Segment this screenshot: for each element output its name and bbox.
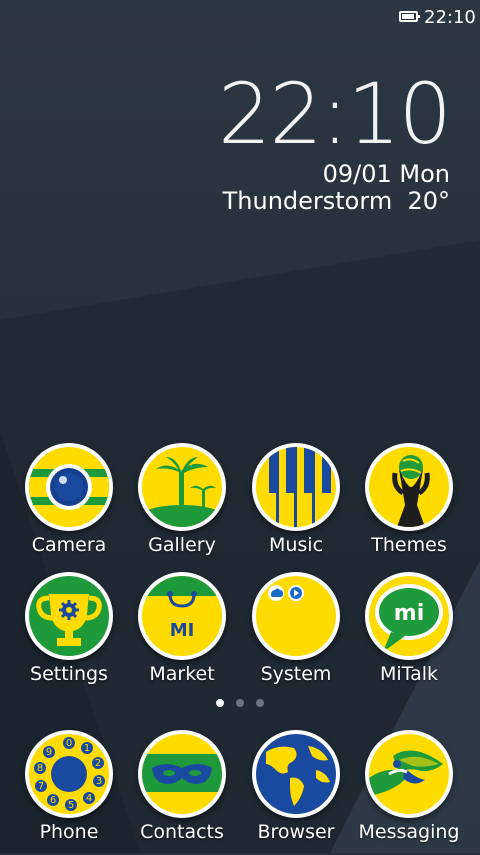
app-label: System xyxy=(260,663,332,685)
app-camera[interactable]: Camera xyxy=(14,443,124,568)
page-dot-2[interactable] xyxy=(236,699,244,707)
svg-text:1: 1 xyxy=(84,743,90,754)
app-gallery[interactable]: Gallery xyxy=(127,443,237,568)
status-bar: 22:10 xyxy=(0,0,480,34)
gear-cup-icon xyxy=(25,572,113,660)
app-music[interactable]: Music xyxy=(241,443,351,568)
dock-label: Browser xyxy=(257,821,335,843)
app-settings[interactable]: Settings xyxy=(14,572,124,697)
app-label: Camera xyxy=(31,534,107,556)
palm-tree-icon xyxy=(138,443,226,531)
svg-text:5: 5 xyxy=(68,800,74,811)
rotary-dial-icon: 0 1 2 3 4 5 6 7 8 9 xyxy=(25,730,113,818)
dock-contacts[interactable]: Contacts xyxy=(127,730,237,855)
app-mitalk[interactable]: mi MiTalk xyxy=(354,572,464,697)
page-dot-1[interactable] xyxy=(216,699,224,707)
cloud-play-icon xyxy=(252,572,340,660)
dock-messaging[interactable]: Messaging xyxy=(354,730,464,855)
svg-text:7: 7 xyxy=(38,781,44,792)
piano-keys-icon xyxy=(252,443,340,531)
camera-icon xyxy=(25,443,113,531)
battery-icon xyxy=(399,11,420,22)
globe-icon xyxy=(252,730,340,818)
app-label: Gallery xyxy=(148,534,216,556)
svg-text:0: 0 xyxy=(66,738,72,749)
svg-text:4: 4 xyxy=(86,793,92,804)
dock-label: Messaging xyxy=(358,821,460,843)
shopping-bag-icon: MI xyxy=(138,572,226,660)
trophy-cup-icon xyxy=(365,443,453,531)
clock-time[interactable]: 22:10 xyxy=(218,72,452,156)
status-time: 22:10 xyxy=(424,7,476,28)
page-dot-3[interactable] xyxy=(256,699,264,707)
svg-text:9: 9 xyxy=(46,747,52,758)
svg-text:MI: MI xyxy=(170,620,195,641)
app-market[interactable]: MI Market xyxy=(127,572,237,697)
app-label: Music xyxy=(268,534,324,556)
weather-text[interactable]: Thunderstorm 20° xyxy=(223,187,450,215)
app-label: Themes xyxy=(371,534,447,556)
toucan-icon xyxy=(365,730,453,818)
page-indicator[interactable] xyxy=(0,699,480,709)
app-themes[interactable]: Themes xyxy=(354,443,464,568)
app-label: Market xyxy=(149,663,215,685)
clock-date[interactable]: 09/01 Mon xyxy=(323,160,450,188)
dock-label: Phone xyxy=(39,821,99,843)
app-label: MiTalk xyxy=(379,663,439,685)
svg-text:2: 2 xyxy=(95,758,101,769)
svg-text:3: 3 xyxy=(96,776,102,787)
dock-phone[interactable]: 0 1 2 3 4 5 6 7 8 9 Phone xyxy=(14,730,124,855)
app-system[interactable]: System xyxy=(241,572,351,697)
svg-text:8: 8 xyxy=(37,763,43,774)
svg-text:mi: mi xyxy=(394,601,424,626)
app-label: Settings xyxy=(30,663,108,685)
dock-label: Contacts xyxy=(140,821,224,843)
dock-browser[interactable]: Browser xyxy=(241,730,351,855)
chat-bubble-icon: mi xyxy=(365,572,453,660)
mask-icon xyxy=(138,730,226,818)
svg-text:6: 6 xyxy=(50,795,56,806)
